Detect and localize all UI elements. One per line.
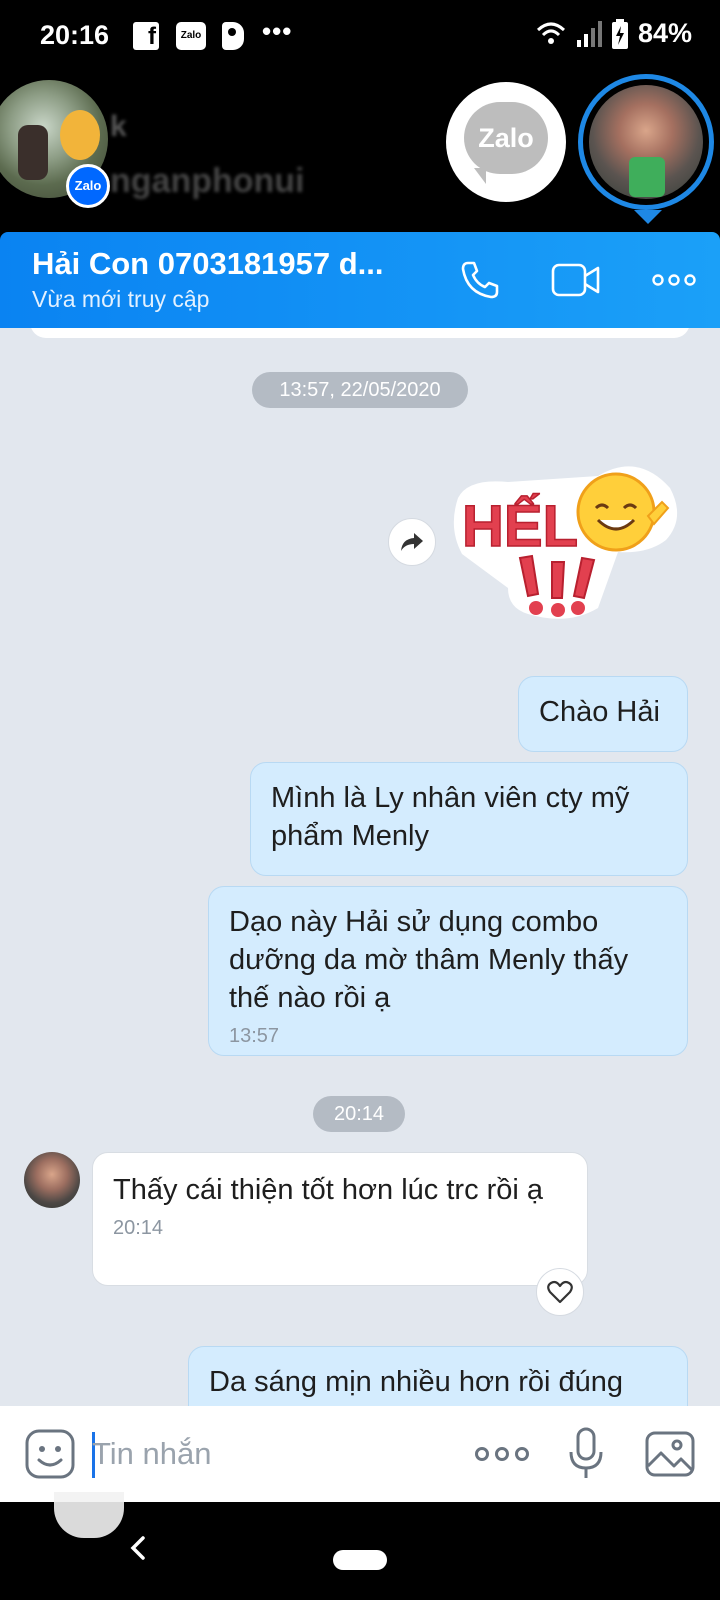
zalo-logo-icon: Zalo: [464, 102, 548, 184]
battery-icon: [611, 18, 628, 49]
signal-icon: [576, 20, 602, 47]
message-text: Da sáng mịn nhiều hơn rồi đúng: [209, 1366, 624, 1398]
forward-button[interactable]: [388, 518, 436, 566]
microphone-icon: [569, 1427, 603, 1478]
more-notifications-icon: •••: [262, 16, 293, 46]
status-bar: 20:16 f Zalo ••• 84%: [0, 0, 720, 72]
video-camera-icon: [551, 263, 600, 297]
hello-sticker-image: HẾL: [453, 466, 678, 619]
message-input[interactable]: Tin nhắn: [92, 1428, 452, 1480]
incoming-message[interactable]: Thấy cái thiện tốt hơn lúc trc rồi ạ 20:…: [92, 1152, 588, 1286]
battery-percent: 84%: [637, 18, 692, 48]
emoji-button[interactable]: [24, 1428, 76, 1480]
sticker-face-icon: [25, 1429, 75, 1479]
outgoing-message[interactable]: Da sáng mịn nhiều hơn rồi đúng: [188, 1346, 688, 1406]
contact-name[interactable]: Hải Con 0703181957 d...: [32, 246, 412, 282]
conversation-header: Hải Con 0703181957 d... Vừa mới truy cập: [0, 232, 720, 328]
previous-message-edge: [30, 328, 690, 338]
svg-text:HẾL: HẾL: [462, 494, 578, 559]
more-dots-icon: [475, 1447, 529, 1461]
phone-icon: [461, 261, 499, 299]
blurred-text: k: [110, 110, 127, 143]
p-icon: [222, 22, 244, 50]
contact-avatar: [589, 85, 703, 199]
outgoing-message[interactable]: Chào Hải: [518, 676, 688, 752]
more-actions-button[interactable]: [474, 1436, 534, 1472]
zalo-chat-head[interactable]: Zalo: [446, 82, 566, 202]
back-chevron-icon: [130, 1536, 145, 1560]
active-pointer: [634, 210, 662, 224]
floating-sticker-edge: [54, 1492, 124, 1538]
message-text: Mình là Ly nhân viên cty mỹ phẩm Menly: [271, 782, 630, 852]
system-nav-bar: [0, 1492, 720, 1600]
back-button[interactable]: [128, 1532, 148, 1571]
message-text: Thấy cái thiện tốt hơn lúc trc rồi ạ: [113, 1174, 544, 1206]
outgoing-message[interactable]: Dạo này Hải sử dụng combo dưỡng da mờ th…: [208, 886, 688, 1056]
time-divider: 20:14: [313, 1096, 405, 1132]
sender-avatar[interactable]: [24, 1152, 80, 1208]
message-text: Dạo này Hải sử dụng combo dưỡng da mờ th…: [229, 906, 629, 1014]
message-time: 13:57: [229, 1025, 280, 1047]
chat-heads-bar: Zalo k nganphonui Zalo: [0, 72, 720, 232]
share-arrow-icon: [401, 533, 423, 551]
message-time: 20:14: [113, 1217, 164, 1239]
more-dots-icon: [652, 274, 696, 286]
message-composer: Tin nhắn: [0, 1406, 720, 1502]
wifi-icon: [536, 22, 565, 44]
zalo-badge-icon: Zalo: [66, 164, 110, 208]
status-right: 84%: [536, 18, 692, 49]
status-time: 20:16: [40, 20, 110, 50]
contact-status: Vừa mới truy cập: [32, 286, 210, 312]
message-text: Chào Hải: [539, 696, 660, 728]
image-icon: [645, 1431, 695, 1477]
heart-icon: [547, 1280, 573, 1304]
voice-call-button[interactable]: [452, 254, 508, 306]
home-button[interactable]: [333, 1550, 387, 1570]
more-options-button[interactable]: [646, 254, 702, 306]
outgoing-message[interactable]: Mình là Ly nhân viên cty mỹ phẩm Menly: [250, 762, 688, 876]
video-call-button[interactable]: [548, 254, 604, 306]
voice-message-button[interactable]: [566, 1426, 606, 1482]
message-list[interactable]: 13:57, 22/05/2020 HẾL Chào Hải Mình là L…: [0, 328, 720, 1406]
blurred-username: nganphonui: [110, 162, 305, 200]
active-chat-head[interactable]: [578, 74, 714, 210]
react-heart-button[interactable]: [536, 1268, 584, 1316]
send-image-button[interactable]: [644, 1428, 696, 1480]
zalo-icon: Zalo: [176, 22, 206, 50]
hello-sticker[interactable]: HẾL: [448, 458, 688, 626]
facebook-icon: f: [133, 22, 159, 50]
time-divider: 13:57, 22/05/2020: [252, 372, 468, 408]
